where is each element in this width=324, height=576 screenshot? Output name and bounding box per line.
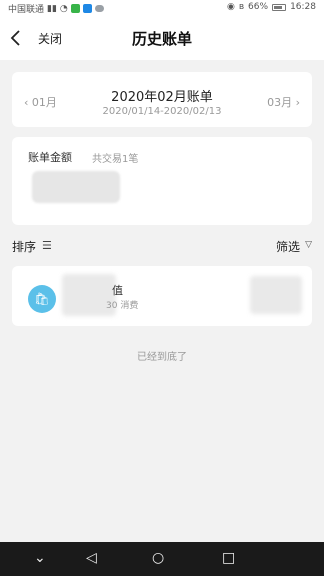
recent-square-icon[interactable]: □	[222, 550, 235, 566]
chat-notification-icon	[94, 5, 104, 12]
sort-icon[interactable]: ☰	[42, 239, 52, 252]
transaction-meta: 30 消费	[106, 301, 139, 311]
time-text: 16:28	[290, 2, 316, 12]
app-notification-icon	[70, 4, 80, 13]
chevron-right-icon: ›	[292, 96, 300, 109]
next-month-label: 03月	[267, 96, 293, 109]
status-bar: 中国联通 ▮▮ ◔ ◉ ʙ 66% 16:28	[0, 0, 324, 16]
end-of-list-text: 已经到底了	[137, 352, 187, 363]
back-triangle-icon[interactable]: ◁	[86, 550, 97, 566]
page-title: 历史账单	[131, 30, 192, 48]
status-right: ◉ ʙ 66% 16:28	[227, 2, 316, 12]
shopping-bag-icon: 🛍	[28, 285, 56, 313]
period-card: ‹ 01月 2020年02月账单 2020/01/14-2020/02/13 0…	[12, 72, 312, 127]
next-month-button[interactable]: 03月 ›	[267, 94, 300, 110]
filter-icon[interactable]: ▽	[305, 240, 312, 250]
blurred-amount	[32, 171, 120, 203]
filter-button[interactable]: 筛选	[276, 238, 300, 255]
nav-bar: 关闭 历史账单	[0, 16, 324, 60]
amount-card: 账单金额 共交易1笔	[12, 137, 312, 225]
transaction-item[interactable]: 🛍 值 30 消费	[12, 266, 312, 326]
carrier-text: 中国联通	[8, 5, 45, 15]
signal-icon: ▮▮	[47, 3, 57, 14]
sort-button[interactable]: 排序	[12, 238, 36, 255]
blurred-transaction-amount	[250, 276, 302, 314]
wifi-icon: ◔	[59, 3, 68, 14]
down-icon[interactable]: ⌄	[34, 550, 46, 566]
transaction-count: 共交易1笔	[92, 154, 139, 165]
battery-icon	[272, 3, 287, 11]
transaction-name: 值	[112, 284, 123, 297]
bluetooth-icon: ʙ	[238, 2, 245, 12]
home-circle-icon[interactable]: ○	[152, 550, 164, 566]
battery-text: 66%	[248, 2, 269, 12]
amount-label: 账单金额	[28, 151, 72, 164]
sort-filter-row: 排序 ☰ 筛选 ▽	[0, 232, 324, 258]
status-left: 中国联通 ▮▮ ◔	[8, 2, 104, 15]
shield-notification-icon	[82, 4, 92, 13]
system-nav-bar: ⌄ ◁ ○ □	[0, 542, 324, 576]
eye-icon: ◉	[226, 2, 235, 12]
